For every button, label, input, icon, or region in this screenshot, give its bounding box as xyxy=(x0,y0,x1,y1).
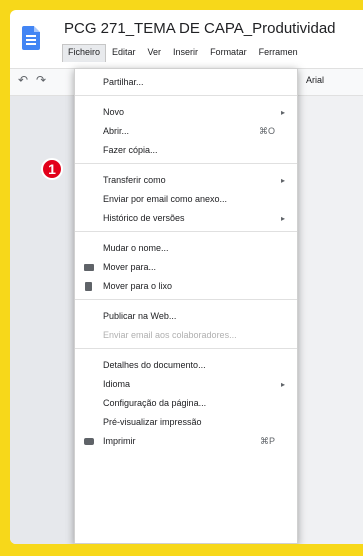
chevron-right-icon: ▸ xyxy=(280,107,285,117)
docs-window: PCG 271_TEMA DE CAPA_Produtividad Fichei… xyxy=(10,10,363,544)
menu-tools[interactable]: Ferramen xyxy=(253,44,304,62)
menu-item-version-history[interactable]: Histórico de versões ▸ xyxy=(75,209,297,227)
menu-view[interactable]: Ver xyxy=(142,44,168,62)
chevron-right-icon: ▸ xyxy=(280,213,285,223)
menu-item-email-attachment[interactable]: Enviar por email como anexo... xyxy=(75,190,297,208)
menu-item-page-setup[interactable]: Configuração da página... xyxy=(75,394,297,412)
menu-format[interactable]: Formatar xyxy=(204,44,253,62)
menu-edit[interactable]: Editar xyxy=(106,44,142,62)
menu-item-share[interactable]: Partilhar... xyxy=(75,73,297,91)
shortcut-print: ⌘P xyxy=(259,435,275,446)
folder-icon xyxy=(84,263,94,271)
menubar: Ficheiro Editar Ver Inserir Formatar Fer… xyxy=(62,44,304,62)
menu-item-move-to-trash[interactable]: Mover para o lixo xyxy=(75,277,297,295)
menu-item-email-collaborators: Enviar email aos colaboradores... xyxy=(103,330,237,340)
file-menu-dropdown: Partilhar... Novo ▸ Abrir... ⌘O Fazer có… xyxy=(74,68,298,544)
shortcut-open: ⌘O xyxy=(258,125,275,136)
menu-separator xyxy=(75,348,297,349)
menu-item-rename[interactable]: Mudar o nome... xyxy=(75,239,297,257)
menu-item-new[interactable]: Novo ▸ xyxy=(75,103,297,121)
menu-separator xyxy=(75,95,297,96)
font-selector[interactable]: Arial xyxy=(306,75,324,85)
menu-item-open[interactable]: Abrir... ⌘O xyxy=(75,122,297,140)
menu-item-language[interactable]: Idioma ▸ xyxy=(75,375,297,393)
menu-item-make-copy[interactable]: Fazer cópia... xyxy=(75,141,297,159)
print-icon xyxy=(84,437,94,445)
menu-item-publish-web[interactable]: Publicar na Web... xyxy=(75,307,297,325)
google-docs-icon[interactable] xyxy=(22,26,40,50)
menu-separator xyxy=(75,163,297,164)
menu-item-print-preview[interactable]: Pré-visualizar impressão xyxy=(75,413,297,431)
menu-insert[interactable]: Inserir xyxy=(167,44,204,62)
annotation-badge: 1 xyxy=(41,158,63,180)
menu-item-move-to[interactable]: Mover para... xyxy=(75,258,297,276)
document-page[interactable] xyxy=(296,96,363,544)
menu-item-print[interactable]: Imprimir ⌘P xyxy=(75,432,297,450)
redo-icon[interactable]: ↷ xyxy=(36,73,46,87)
undo-icon[interactable]: ↶ xyxy=(18,73,28,87)
chevron-right-icon: ▸ xyxy=(280,379,285,389)
document-title[interactable]: PCG 271_TEMA DE CAPA_Produtividad xyxy=(64,20,336,37)
menu-item-download-as[interactable]: Transferir como ▸ xyxy=(75,171,297,189)
chevron-right-icon: ▸ xyxy=(280,175,285,185)
menu-separator xyxy=(75,299,297,300)
menu-file[interactable]: Ficheiro xyxy=(62,44,107,62)
trash-icon xyxy=(85,281,92,291)
menu-item-document-details[interactable]: Detalhes do documento... xyxy=(75,356,297,374)
menu-separator xyxy=(75,231,297,232)
